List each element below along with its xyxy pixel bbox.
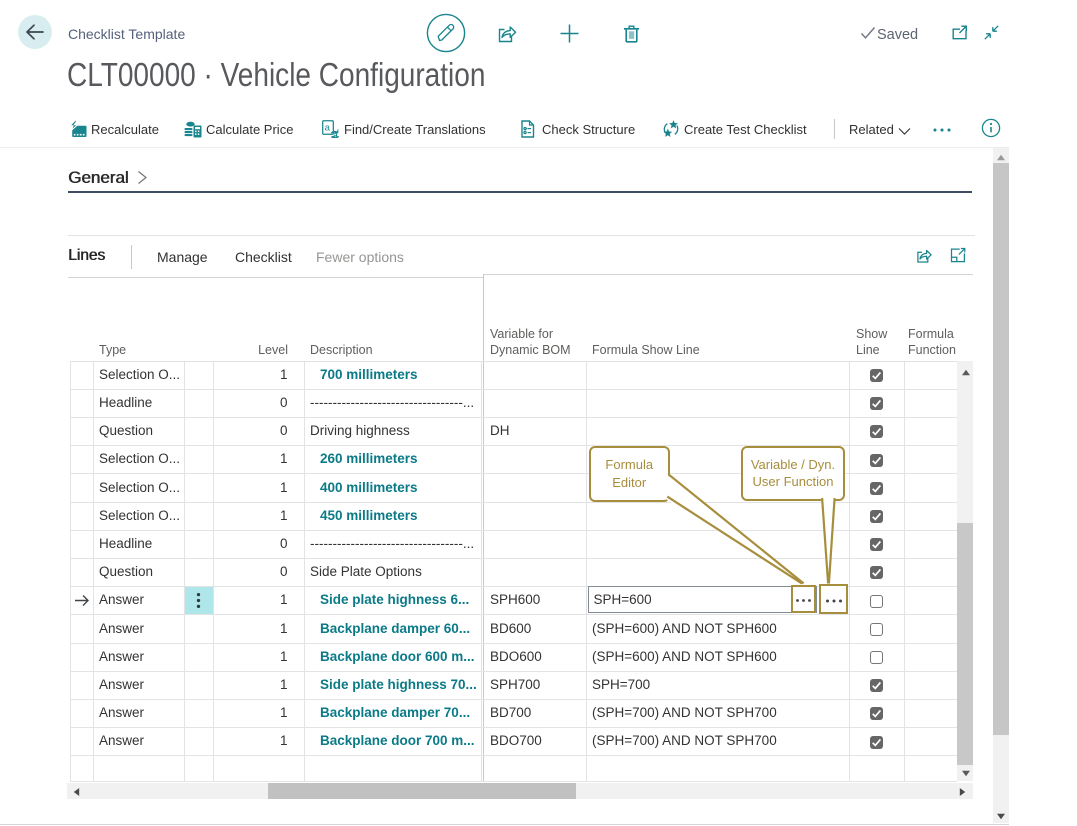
svg-text:a: a	[325, 123, 331, 134]
svg-text:a: a	[333, 130, 338, 138]
